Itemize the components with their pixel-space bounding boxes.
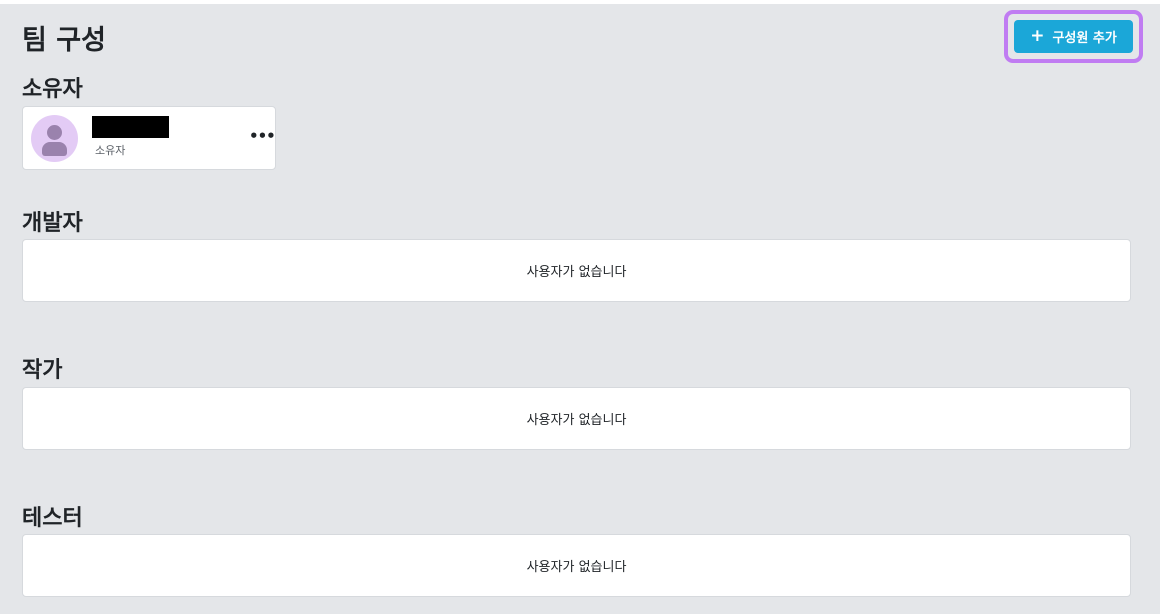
plus-icon: + bbox=[1030, 26, 1045, 46]
writer-empty-box: 사용자가 없습니다 bbox=[22, 387, 1131, 450]
section-title-developer: 개발자 bbox=[22, 211, 83, 236]
developer-empty-box: 사용자가 없습니다 bbox=[22, 239, 1131, 302]
section-title-owner: 소유자 bbox=[22, 77, 83, 102]
avatar-head bbox=[47, 125, 62, 140]
avatar-body bbox=[42, 142, 67, 156]
avatar bbox=[31, 115, 78, 162]
member-name-redacted bbox=[92, 116, 169, 138]
writer-empty-text: 사용자가 없습니다 bbox=[526, 413, 627, 428]
add-member-button[interactable]: + 구성원 추가 bbox=[1014, 20, 1133, 53]
tester-empty-box: 사용자가 없습니다 bbox=[22, 534, 1131, 597]
developer-empty-text: 사용자가 없습니다 bbox=[526, 265, 627, 280]
section-title-writer: 작가 bbox=[22, 358, 63, 383]
tester-empty-text: 사용자가 없습니다 bbox=[526, 560, 627, 575]
owner-member-card: 소유자 ••• bbox=[22, 106, 276, 170]
member-role: 소유자 bbox=[95, 144, 126, 157]
more-options-icon[interactable]: ••• bbox=[249, 127, 276, 145]
page-title: 팀 구성 bbox=[22, 25, 106, 56]
team-page: 팀 구성 + 구성원 추가 소유자 소유자 ••• 개발자 사용자가 없습니다 … bbox=[0, 4, 1160, 614]
section-title-tester: 테스터 bbox=[22, 506, 83, 531]
add-member-button-highlight: + 구성원 추가 bbox=[1004, 10, 1143, 63]
add-member-button-label: 구성원 추가 bbox=[1052, 31, 1117, 46]
